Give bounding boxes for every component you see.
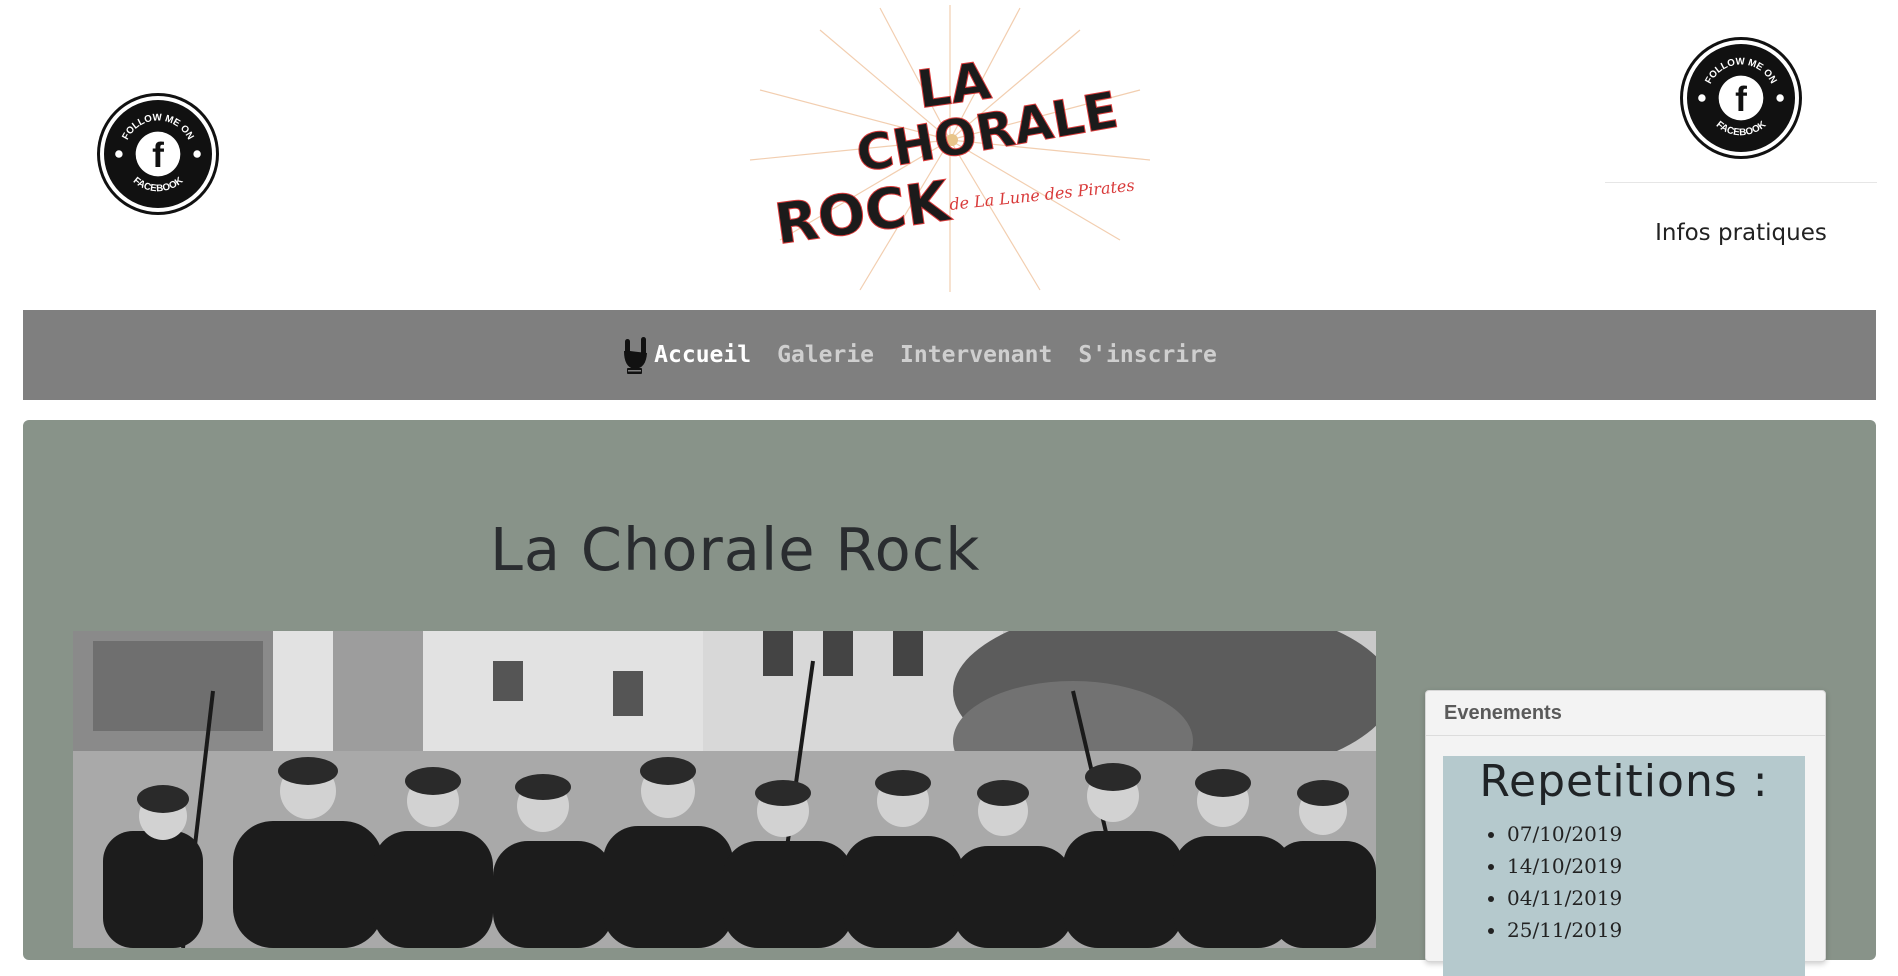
site-logo[interactable]: LA CHORALE ROCK de La Lune des Pirates [740, 0, 1160, 296]
list-item: 07/10/2019 [1507, 818, 1805, 850]
main-navbar: Accueil Galerie Intervenant S'inscrire [23, 310, 1876, 400]
svg-text:ROCK: ROCK [771, 169, 956, 258]
list-item: 14/10/2019 [1507, 850, 1805, 882]
nav-item-accueil[interactable]: Accueil [620, 335, 751, 375]
rock-hand-icon [624, 337, 648, 374]
chorale-rock-logo-icon: LA CHORALE ROCK de La Lune des Pirates [749, 5, 1151, 292]
header-divider [1605, 182, 1877, 183]
facebook-follow-badge-right[interactable]: f FOLLOW ME ON FACEBOOK [1683, 40, 1799, 156]
list-item: 25/11/2019 [1507, 914, 1805, 946]
page-title: La Chorale Rock [490, 515, 981, 584]
events-card-title: Evenements [1426, 691, 1825, 736]
choir-photo-image [73, 631, 1376, 948]
infos-pratiques-link[interactable]: Infos pratiques [1605, 220, 1877, 246]
nav-item-galerie[interactable]: Galerie [777, 342, 874, 368]
svg-text:de La Lune des Pirates: de La Lune des Pirates [948, 176, 1135, 214]
choir-photo [73, 631, 1376, 948]
svg-text:FACEBOOK: FACEBOOK [131, 175, 185, 194]
nav-item-label: S'inscrire [1078, 342, 1217, 368]
svg-text:FACEBOOK: FACEBOOK [1714, 119, 1768, 138]
facebook-badge-icon: f FOLLOW ME ON FACEBOOK [115, 112, 201, 194]
nav-item-label: Intervenant [900, 342, 1053, 368]
repetitions-title: Repetitions : [1479, 756, 1769, 807]
facebook-badge-icon: f FOLLOW ME ON FACEBOOK [1698, 56, 1784, 138]
nav-item-sinscrire[interactable]: S'inscrire [1078, 342, 1216, 368]
nav-item-label: Galerie [777, 342, 875, 368]
nav-item-label: Accueil [654, 342, 752, 368]
svg-text:f: f [152, 136, 164, 175]
svg-text:f: f [1735, 80, 1747, 119]
nav-item-intervenant[interactable]: Intervenant [900, 342, 1052, 368]
list-item: 04/11/2019 [1507, 882, 1805, 914]
nav-items: Accueil Galerie Intervenant S'inscrire [620, 335, 1217, 375]
events-card: Evenements Repetitions : 07/10/2019 14/1… [1425, 690, 1826, 976]
repetitions-box: Repetitions : 07/10/2019 14/10/2019 04/1… [1443, 756, 1805, 976]
repetitions-list: 07/10/2019 14/10/2019 04/11/2019 25/11/2… [1443, 818, 1805, 946]
facebook-follow-badge-left[interactable]: f FOLLOW ME ON FACEBOOK [100, 96, 216, 212]
